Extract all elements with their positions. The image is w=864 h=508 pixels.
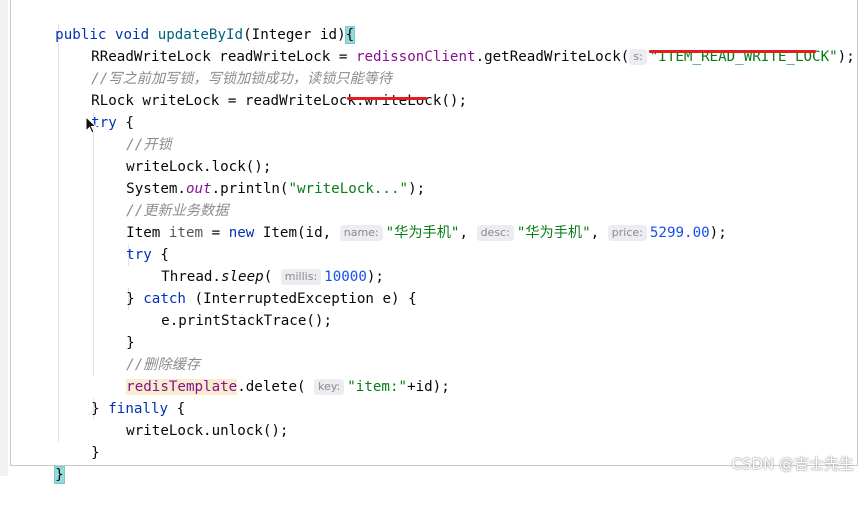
code-text: } xyxy=(91,445,100,461)
code-line-2[interactable]: RReadWriteLock readWriteLock = redissonC… xyxy=(57,24,855,65)
code-line-3[interactable]: //写之前加写锁，写锁加锁成功，读锁只能等待 xyxy=(57,46,392,87)
code-text: +id); xyxy=(407,379,450,395)
code-line-19[interactable]: writeLock.unlock(); xyxy=(92,398,288,439)
string-literal: "item:" xyxy=(347,379,408,395)
code-line-1[interactable]: public void updateById(Integer id){ xyxy=(21,2,356,44)
code-text: writeLock.unlock(); xyxy=(126,423,289,439)
code-line-10[interactable]: Item item = new Item(id, name: "华为手机", de… xyxy=(92,200,727,241)
code-line-6[interactable]: //开锁 xyxy=(92,112,171,153)
param-hint: key: xyxy=(314,379,345,395)
code-line-12[interactable]: Thread.sleep( millis: 10000); xyxy=(127,244,384,285)
code-line-15[interactable]: } xyxy=(92,310,135,351)
code-line-14[interactable]: e.printStackTrace(); xyxy=(127,288,332,329)
param-hint: price: xyxy=(607,225,647,241)
code-line-5[interactable]: try { xyxy=(57,90,134,131)
mouse-pointer-icon xyxy=(85,116,98,134)
code-line-20[interactable]: } xyxy=(57,420,100,461)
param-hint: s: xyxy=(629,49,647,65)
code-line-18[interactable]: } finally { xyxy=(57,376,185,417)
param-hint: desc: xyxy=(476,225,514,241)
code-line-9[interactable]: //更新业务数据 xyxy=(92,178,228,219)
code-line-11[interactable]: try { xyxy=(92,222,169,263)
string-literal: "writeLock..." xyxy=(288,181,409,197)
code-line-17[interactable]: redisTemplate.delete( key: "item:"+id); xyxy=(92,354,450,395)
code-text: = xyxy=(203,225,229,241)
code-text: ); xyxy=(709,225,727,241)
code-text: ); xyxy=(408,181,426,197)
code-editor[interactable]: public void updateById(Integer id){ RRea… xyxy=(10,0,858,484)
code-text: , xyxy=(459,225,477,241)
code-text: .delete( xyxy=(237,379,315,395)
code-text: RLock writeLock = readWriteLock.writeLoc… xyxy=(91,93,468,109)
annotation-underline xyxy=(347,97,427,100)
code-text: e.printStackTrace(); xyxy=(161,313,333,329)
gutter-strip xyxy=(0,0,8,476)
watermark: CSDN @吉士先生 xyxy=(731,455,854,473)
code-line-4[interactable]: RLock writeLock = readWriteLock.writeLoc… xyxy=(57,68,467,109)
matched-brace: } xyxy=(54,466,65,484)
param-hint: name: xyxy=(339,225,383,241)
code-line-21[interactable]: } xyxy=(21,442,65,484)
string-literal: "华为手机" xyxy=(385,225,460,241)
code-text: ); xyxy=(837,49,855,65)
local-var: item xyxy=(168,225,204,241)
number-literal: 5299.00 xyxy=(649,225,710,241)
code-line-7[interactable]: writeLock.lock(); xyxy=(92,134,271,175)
code-line-13[interactable]: } catch (InterruptedException e) { xyxy=(92,266,416,307)
string-literal: "华为手机" xyxy=(516,225,591,241)
code-line-8[interactable]: System.out.println("writeLock..."); xyxy=(92,156,425,197)
annotation-underline xyxy=(649,50,816,53)
code-line-16[interactable]: //删除缓存 xyxy=(92,332,200,373)
code-text: , xyxy=(590,225,608,241)
code-text: Item(id, xyxy=(254,225,340,241)
code-text: .getReadWriteLock( xyxy=(475,49,630,65)
keyword: new xyxy=(228,225,255,241)
